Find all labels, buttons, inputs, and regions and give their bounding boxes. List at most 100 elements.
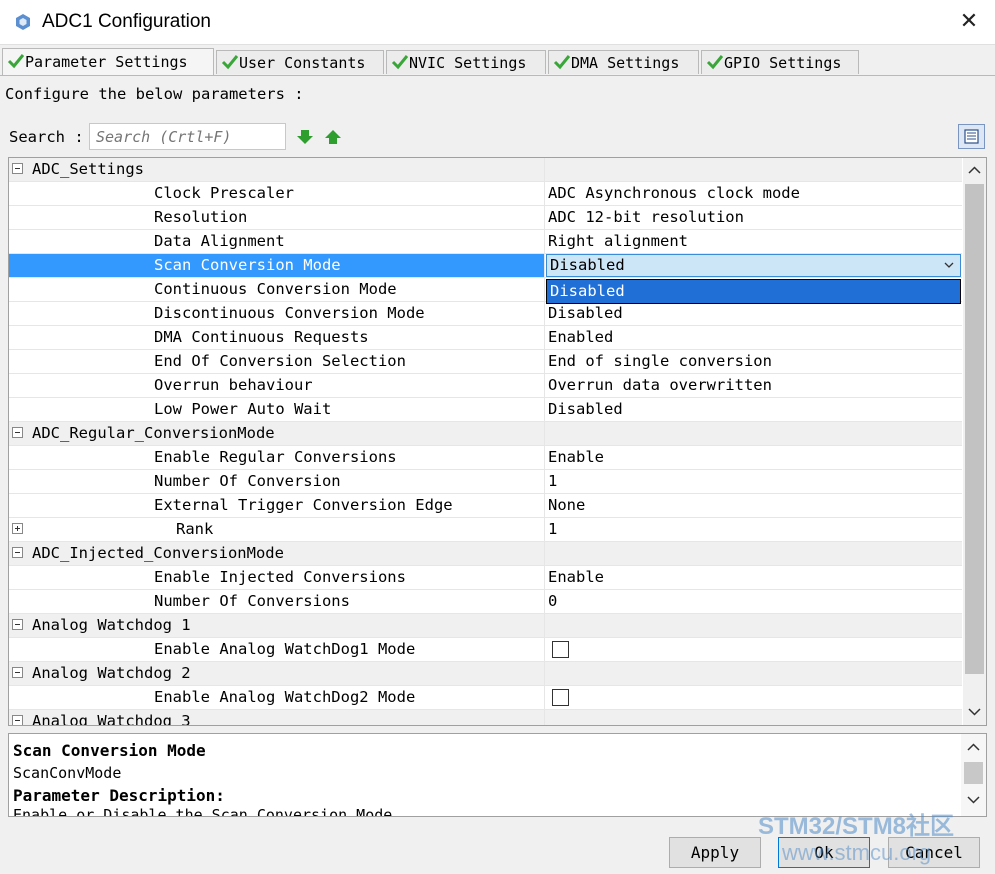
param-value-cell[interactable]: ADC 12-bit resolution <box>546 206 964 229</box>
param-value-cell[interactable]: End of single conversion <box>546 350 964 373</box>
param-name-cell: Low Power Auto Wait <box>9 398 545 421</box>
group-row[interactable]: ADC_Injected_ConversionMode <box>9 542 962 566</box>
group-row[interactable]: Analog Watchdog 1 <box>9 614 962 638</box>
param-value-cell[interactable]: Disabled <box>546 302 964 325</box>
param-name-cell: Enable Regular Conversions <box>9 446 545 469</box>
scroll-down-icon[interactable] <box>967 704 982 719</box>
dropdown-option-disabled[interactable]: Disabled <box>546 279 961 304</box>
group-label: Analog Watchdog 2 <box>32 664 191 682</box>
group-label: ADC_Injected_ConversionMode <box>32 544 284 562</box>
param-name-cell: Enable Injected Conversions <box>9 566 545 589</box>
description-panel: Scan Conversion Mode ScanConvMode Parame… <box>8 733 987 817</box>
param-value-cell[interactable]: Right alignment <box>546 230 964 253</box>
param-row[interactable]: Enable Analog WatchDog2 Mode <box>9 686 962 710</box>
param-row[interactable]: External Trigger Conversion Edge None <box>9 494 962 518</box>
param-row[interactable]: Rank 1 <box>9 518 962 542</box>
param-row[interactable]: Number Of Conversions 0 <box>9 590 962 614</box>
param-row[interactable]: Enable Injected Conversions Enable <box>9 566 962 590</box>
apply-button[interactable]: Apply <box>669 837 761 868</box>
group-row[interactable]: Analog Watchdog 2 <box>9 662 962 686</box>
param-row[interactable]: Enable Regular Conversions Enable <box>9 446 962 470</box>
description-scrollbar[interactable] <box>961 734 986 816</box>
param-name-cell: Analog Watchdog 1 <box>9 614 545 637</box>
param-value: End of single conversion <box>548 352 772 370</box>
scroll-thumb[interactable] <box>964 762 983 784</box>
param-row[interactable]: Low Power Auto Wait Disabled <box>9 398 962 422</box>
group-row[interactable]: Analog Watchdog 3 <box>9 710 962 725</box>
param-row[interactable]: Enable Analog WatchDog1 Mode <box>9 638 962 662</box>
scroll-up-icon[interactable] <box>967 163 982 178</box>
param-value-cell[interactable] <box>546 638 964 661</box>
collapse-minus-icon[interactable] <box>12 715 23 725</box>
arrow-up-icon[interactable] <box>324 128 342 146</box>
collapse-minus-icon[interactable] <box>12 427 23 438</box>
param-row[interactable]: Discontinuous Conversion Mode Disabled <box>9 302 962 326</box>
group-row[interactable]: ADC_Settings <box>9 158 962 182</box>
param-value-cell[interactable]: Enable <box>546 446 964 469</box>
tab-user-constants[interactable]: User Constants <box>216 50 384 74</box>
param-value-cell[interactable]: 1 <box>546 518 964 541</box>
search-input[interactable] <box>89 123 286 150</box>
param-label: Number Of Conversions <box>154 592 350 610</box>
tab-strip: Parameter Settings User Constants NVIC S… <box>0 48 995 76</box>
collapse-minus-icon[interactable] <box>12 163 23 174</box>
param-value-cell[interactable]: 1 <box>546 470 964 493</box>
param-row[interactable]: Overrun behaviour Overrun data overwritte… <box>9 374 962 398</box>
param-label: Enable Analog WatchDog1 Mode <box>154 640 416 658</box>
checkbox[interactable] <box>552 641 569 658</box>
param-row[interactable]: Clock Prescaler ADC Asynchronous clock mo… <box>9 182 962 206</box>
scroll-down-icon[interactable] <box>966 792 981 807</box>
param-value: ADC 12-bit resolution <box>548 208 744 226</box>
param-label: External Trigger Conversion Edge <box>154 496 453 514</box>
checkbox[interactable] <box>552 689 569 706</box>
arrow-down-icon[interactable] <box>296 128 314 146</box>
tab-gpio-settings[interactable]: GPIO Settings <box>701 50 859 74</box>
param-row[interactable]: Number Of Conversion 1 <box>9 470 962 494</box>
tab-dma-settings[interactable]: DMA Settings <box>548 50 699 74</box>
expand-plus-icon[interactable] <box>12 523 23 534</box>
tab-parameter-settings[interactable]: Parameter Settings <box>2 48 214 76</box>
param-value: Right alignment <box>548 232 688 250</box>
param-name-cell: Clock Prescaler <box>9 182 545 205</box>
param-name-cell: Data Alignment <box>9 230 545 253</box>
instructions-text: Configure the below parameters : <box>5 85 304 103</box>
param-row[interactable]: End Of Conversion Selection End of single… <box>9 350 962 374</box>
param-value-cell[interactable]: ADC Asynchronous clock mode <box>546 182 964 205</box>
check-icon <box>221 55 239 70</box>
param-row[interactable]: DMA Continuous Requests Enabled <box>9 326 962 350</box>
param-label: Clock Prescaler <box>154 184 294 202</box>
parameter-grid: ADC_Settings Clock Prescaler ADC Asynchron… <box>8 157 987 726</box>
param-name-cell: ADC_Injected_ConversionMode <box>9 542 545 565</box>
param-label: Continuous Conversion Mode <box>154 280 397 298</box>
collapse-minus-icon[interactable] <box>12 619 23 630</box>
collapse-minus-icon[interactable] <box>12 547 23 558</box>
param-value-cell[interactable]: Enable <box>546 566 964 589</box>
param-value-cell[interactable]: 0 <box>546 590 964 613</box>
collapse-minus-icon[interactable] <box>12 667 23 678</box>
param-row[interactable]: Scan Conversion Mode Disabled <box>9 254 962 278</box>
param-value-cell[interactable] <box>546 686 964 709</box>
tab-nvic-settings[interactable]: NVIC Settings <box>386 50 546 74</box>
list-view-button[interactable] <box>958 124 985 149</box>
group-row[interactable]: ADC_Regular_ConversionMode <box>9 422 962 446</box>
param-label: Overrun behaviour <box>154 376 313 394</box>
watermark-url: www.stmcu.org <box>782 840 932 865</box>
param-name-cell: DMA Continuous Requests <box>9 326 545 349</box>
param-value-cell[interactable]: Disabled <box>546 398 964 421</box>
param-name-cell: Enable Analog WatchDog1 Mode <box>9 638 545 661</box>
close-button[interactable]: ✕ <box>950 6 988 38</box>
value-combobox[interactable]: Disabled <box>546 254 961 277</box>
param-value-cell[interactable]: None <box>546 494 964 517</box>
param-label: Rank <box>176 520 214 538</box>
param-name-cell: Analog Watchdog 2 <box>9 662 545 685</box>
param-value-cell[interactable]: Enabled <box>546 326 964 349</box>
param-row[interactable]: Data Alignment Right alignment <box>9 230 962 254</box>
param-value-cell[interactable]: Disabled <box>546 254 964 277</box>
param-row[interactable]: Resolution ADC 12-bit resolution <box>9 206 962 230</box>
chevron-down-icon[interactable] <box>944 255 954 276</box>
scroll-thumb[interactable] <box>965 184 984 674</box>
scroll-up-icon[interactable] <box>966 740 981 755</box>
param-value-cell[interactable]: Overrun data overwritten <box>546 374 964 397</box>
param-name-cell: Number Of Conversions <box>9 590 545 613</box>
grid-scrollbar[interactable] <box>963 158 986 725</box>
